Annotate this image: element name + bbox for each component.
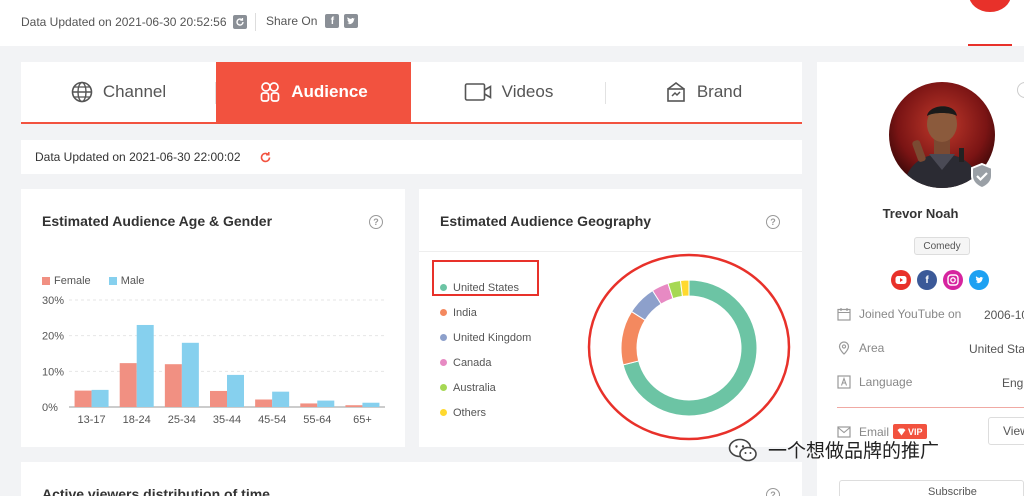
language-row: Language <box>837 375 912 389</box>
twitter-icon[interactable] <box>969 270 989 290</box>
tab-channel-label: Channel <box>102 82 167 101</box>
refresh-icon[interactable] <box>259 151 272 164</box>
x-tick-label: 35-44 <box>213 414 241 426</box>
user-avatar-button[interactable] <box>969 0 1011 12</box>
refresh-icon[interactable] <box>232 15 247 29</box>
help-icon[interactable]: ? <box>766 488 780 496</box>
facebook-icon[interactable]: f <box>917 270 937 290</box>
twitter-icon[interactable] <box>344 14 359 28</box>
bar-female-25-34 <box>164 364 182 407</box>
profile-name: Trevor Noah <box>882 206 959 221</box>
y-tick-label: 10% <box>42 366 64 378</box>
bar-female-65+ <box>345 405 363 407</box>
geography-card: Estimated Audience Geography ? United St… <box>419 189 802 447</box>
wechat-icon <box>728 437 758 463</box>
expand-icon[interactable] <box>1017 82 1024 98</box>
facebook-icon[interactable]: f <box>325 14 340 28</box>
divider <box>837 407 1024 408</box>
x-tick-label: 55-64 <box>303 414 331 426</box>
audience-icon <box>259 81 281 103</box>
bar-female-45-54 <box>255 399 273 407</box>
language-icon <box>837 375 851 389</box>
globe-icon <box>71 81 93 103</box>
share-on: Share On f <box>266 14 359 28</box>
bar-male-35-44 <box>227 374 244 407</box>
tab-channel[interactable]: Channel <box>21 62 216 122</box>
y-tick-label: 20% <box>42 331 64 343</box>
donut-slice-india <box>620 310 646 366</box>
tab-videos[interactable]: Videos <box>411 62 606 122</box>
bar-male-55-64 <box>317 400 335 407</box>
profile-panel: Trevor Noah Comedy f Joined YouTube on 2… <box>817 62 1024 496</box>
geography-donut-chart <box>620 279 758 417</box>
legend-male[interactable]: Male <box>108 275 145 287</box>
verified-badge-icon <box>968 162 996 190</box>
subscribe-button[interactable]: Subscribe <box>839 480 1024 496</box>
bar-female-55-64 <box>300 403 318 407</box>
youtube-icon[interactable] <box>891 270 911 290</box>
divider <box>255 13 256 31</box>
active-indicator <box>968 44 1012 46</box>
joined-label: Joined YouTube on <box>859 307 962 321</box>
x-tick-label: 65+ <box>353 414 372 426</box>
bar-male-13-17 <box>91 389 109 407</box>
tab-brand[interactable]: Brand <box>606 62 801 122</box>
view-email-button[interactable]: View <box>988 417 1024 445</box>
active-viewers-card: Active viewers distribution of time ? <box>21 462 802 496</box>
bar-female-18-24 <box>119 363 137 407</box>
video-camera-icon <box>464 82 492 102</box>
joined-row: Joined YouTube on <box>837 307 961 321</box>
joined-value: 2006-10 <box>984 308 1024 322</box>
bar-female-35-44 <box>210 390 227 407</box>
donut-slice-others <box>679 279 690 297</box>
active-viewers-title: Active viewers distribution of time <box>42 486 270 496</box>
age-gender-title: Estimated Audience Age & Gender <box>42 213 273 229</box>
area-value: United Sta <box>969 342 1024 356</box>
tab-audience[interactable]: Audience <box>216 62 411 122</box>
tab-brand-label: Brand <box>696 82 743 101</box>
bar-female-13-17 <box>74 390 92 407</box>
age-gender-legend: Female Male <box>42 275 163 287</box>
bar-male-45-54 <box>272 391 290 407</box>
location-pin-icon <box>837 341 851 355</box>
area-row: Area <box>837 341 884 355</box>
data-updated-header: Data Updated on 2021-06-30 20:52:56 <box>21 15 247 29</box>
tab-bar: Channel Audience Videos Brand <box>21 62 802 124</box>
tab-videos-label: Videos <box>501 82 554 101</box>
x-tick-label: 25-34 <box>168 414 196 426</box>
brand-icon <box>665 81 687 103</box>
bar-male-18-24 <box>136 324 154 407</box>
female-swatch <box>42 277 50 285</box>
language-label: Language <box>859 375 913 389</box>
instagram-icon[interactable] <box>943 270 963 290</box>
category-tag[interactable]: Comedy <box>914 237 970 255</box>
bar-male-65+ <box>362 402 380 407</box>
y-tick-label: 30% <box>42 295 64 307</box>
share-label: Share On <box>266 14 318 28</box>
x-tick-label: 45-54 <box>258 414 286 426</box>
x-tick-label: 13-17 <box>78 414 106 426</box>
profile-socials: f <box>891 270 995 290</box>
help-icon[interactable]: ? <box>369 215 383 229</box>
legend-female[interactable]: Female <box>42 275 91 287</box>
language-value: Eng <box>1002 376 1024 390</box>
tab-audience-label: Audience <box>291 82 368 101</box>
area-label: Area <box>859 341 885 355</box>
top-bar: Data Updated on 2021-06-30 20:52:56 Shar… <box>0 0 1024 46</box>
audience-updated-text: Data Updated on 2021-06-30 22:00:02 <box>35 150 241 164</box>
audience-updated-bar: Data Updated on 2021-06-30 22:00:02 <box>21 140 802 174</box>
watermark-text: 一个想做品牌的推广 <box>768 441 940 462</box>
data-updated-text: Data Updated on 2021-06-30 20:52:56 <box>21 15 227 29</box>
male-swatch <box>108 277 117 285</box>
watermark: 一个想做品牌的推广 <box>728 436 939 463</box>
x-tick-label: 18-24 <box>123 414 151 426</box>
calendar-icon <box>837 307 851 321</box>
age-gender-card: Estimated Audience Age & Gender ? Female… <box>21 189 405 447</box>
bar-male-25-34 <box>181 342 199 407</box>
vip-label: VIP <box>908 426 923 437</box>
legend-male-label: Male <box>120 275 145 287</box>
legend-female-label: Female <box>54 275 91 287</box>
y-tick-label: 0% <box>42 402 58 414</box>
